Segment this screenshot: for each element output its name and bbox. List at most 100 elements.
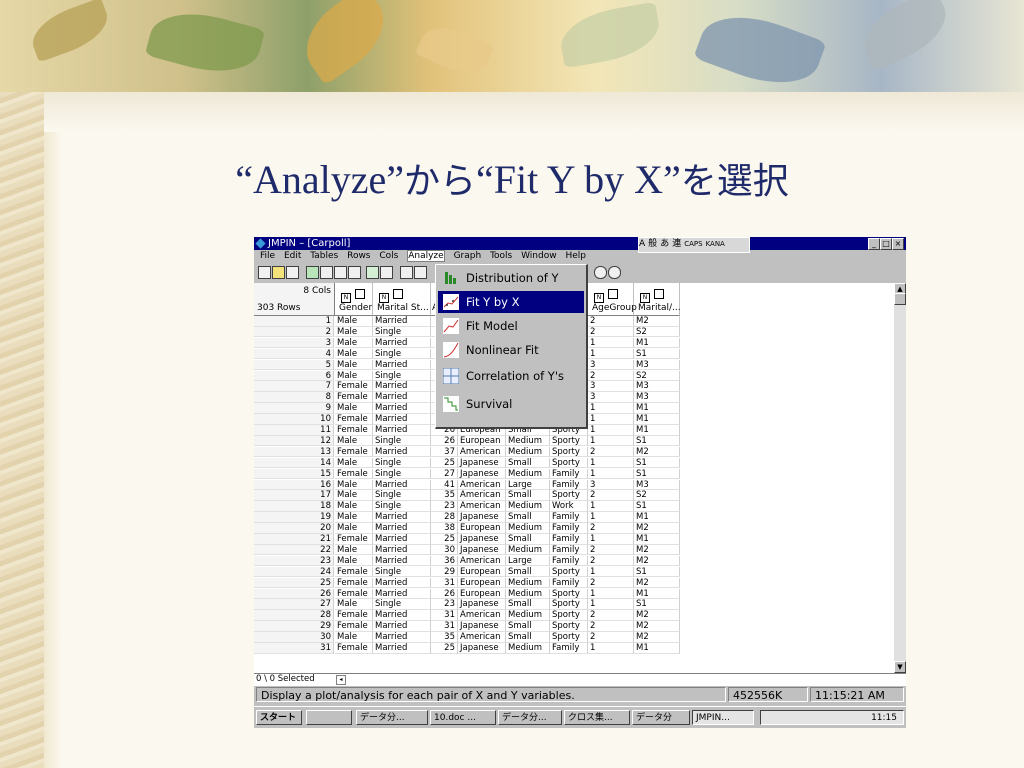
column-type-icon[interactable]: N xyxy=(379,289,407,303)
table-cell[interactable]: Married xyxy=(373,632,431,643)
table-row[interactable]: 21 Female Married 25 Japanese Small Family 1 M1 xyxy=(254,534,894,545)
table-row[interactable]: 20 Male Married 38 European Medium Family 2 M2 xyxy=(254,523,894,534)
table-cell[interactable]: Small xyxy=(506,512,550,523)
table-cell[interactable]: Medium xyxy=(506,610,550,621)
table-cell[interactable]: European xyxy=(458,523,506,534)
table-cell[interactable]: European xyxy=(458,588,506,599)
table-cell[interactable]: M1 xyxy=(634,643,680,654)
circle-icon[interactable] xyxy=(594,266,607,279)
table-cell[interactable]: Male xyxy=(335,632,373,643)
table-cell[interactable]: M1 xyxy=(634,588,680,599)
table-icon[interactable] xyxy=(366,266,379,279)
table-cell[interactable]: 38 xyxy=(431,523,458,534)
table-cell[interactable]: Married xyxy=(373,588,431,599)
row-number[interactable]: 6 xyxy=(254,370,334,381)
table-cell[interactable]: Japanese xyxy=(458,643,506,654)
table-cell[interactable]: Married xyxy=(373,534,431,545)
table-cell[interactable]: European xyxy=(458,435,506,447)
table-cell[interactable]: Married xyxy=(373,403,431,414)
table-cell[interactable]: Sporty xyxy=(550,621,588,632)
table-cell[interactable]: Male xyxy=(335,599,373,610)
table-cell[interactable]: Sporty xyxy=(550,446,588,458)
table-cell[interactable]: M3 xyxy=(634,479,680,490)
table-cell[interactable]: American xyxy=(458,479,506,490)
column-header[interactable]: N Marital St... xyxy=(373,283,431,316)
row-number[interactable]: 24 xyxy=(254,566,334,578)
table-cell[interactable]: 2 xyxy=(588,555,634,567)
table-cell[interactable]: Single xyxy=(373,326,431,338)
table-cell[interactable]: Small xyxy=(506,621,550,632)
table-cell[interactable]: M1 xyxy=(634,534,680,545)
table-cell[interactable]: 28 xyxy=(431,512,458,523)
table-cell[interactable]: Medium xyxy=(506,588,550,599)
table-cell[interactable]: Large xyxy=(506,479,550,490)
table-cell[interactable]: 1 xyxy=(588,337,634,349)
table-cell[interactable]: Single xyxy=(373,566,431,578)
table-cell[interactable]: Medium xyxy=(506,544,550,556)
table-cell[interactable]: Female xyxy=(335,381,373,392)
table-row[interactable]: 22 Male Married 30 Japanese Medium Family 2 M2 xyxy=(254,544,894,556)
row-number[interactable]: 22 xyxy=(254,544,334,556)
table-cell[interactable]: Medium xyxy=(506,446,550,458)
row-number[interactable]: 9 xyxy=(254,403,334,414)
table-cell[interactable]: Married xyxy=(373,544,431,556)
table-cell[interactable]: 1 xyxy=(588,348,634,360)
menu-cols[interactable]: Cols xyxy=(379,251,398,261)
taskbar-item[interactable]: データ分... xyxy=(356,710,428,725)
table-cell[interactable]: S2 xyxy=(634,490,680,501)
table-cell[interactable]: 1 xyxy=(588,435,634,447)
table-row[interactable]: 23 Male Married 36 American Large Family 2 M2 xyxy=(254,555,894,567)
table-cell[interactable]: Married xyxy=(373,523,431,534)
table-cell[interactable]: 31 xyxy=(431,610,458,621)
table-cell[interactable]: Married xyxy=(373,621,431,632)
menu-help[interactable]: Help xyxy=(565,251,586,261)
column-header[interactable]: N Marital/... xyxy=(634,283,681,316)
row-number[interactable]: 4 xyxy=(254,348,334,360)
table-row[interactable]: 31 Female Married 25 Japanese Medium Family 1 M1 xyxy=(254,643,894,654)
table-cell[interactable]: 35 xyxy=(431,632,458,643)
column-header[interactable]: N Gender xyxy=(335,283,373,316)
table-cell[interactable]: M2 xyxy=(634,523,680,534)
table-cell[interactable]: 25 xyxy=(431,534,458,545)
table-cell[interactable]: M1 xyxy=(634,425,680,436)
column-type-icon[interactable]: N xyxy=(594,289,622,303)
table-cell[interactable]: Single xyxy=(373,468,431,480)
table-cell[interactable]: Married xyxy=(373,512,431,523)
table-cell[interactable]: 2 xyxy=(588,523,634,534)
table-cell[interactable]: 1 xyxy=(588,599,634,610)
table-cell[interactable]: Male xyxy=(335,512,373,523)
table-cell[interactable]: 2 xyxy=(588,326,634,338)
table-cell[interactable]: 2 xyxy=(588,490,634,501)
table-cell[interactable]: M2 xyxy=(634,316,680,327)
table-cell[interactable]: Married xyxy=(373,577,431,589)
table-row[interactable]: 29 Female Married 31 Japanese Small Sporty 2 M2 xyxy=(254,621,894,632)
table-cell[interactable]: Japanese xyxy=(458,468,506,480)
table-cell[interactable]: Sporty xyxy=(550,566,588,578)
table-cell[interactable]: Female xyxy=(335,534,373,545)
table-cell[interactable]: Female xyxy=(335,425,373,436)
row-number[interactable]: 7 xyxy=(254,381,334,392)
table-cell[interactable]: Male xyxy=(335,370,373,381)
table-cell[interactable]: Married xyxy=(373,414,431,425)
table-row[interactable]: 15 Female Single 27 Japanese Medium Family 1 S1 xyxy=(254,468,894,480)
table-row[interactable]: 16 Male Married 41 American Large Family 3 M3 xyxy=(254,479,894,490)
table-row[interactable]: 19 Male Married 28 Japanese Small Family 1 M1 xyxy=(254,512,894,523)
open-icon[interactable] xyxy=(272,266,285,279)
menu-file[interactable]: File xyxy=(260,251,275,261)
table-cell[interactable]: Family xyxy=(550,643,588,654)
table-cell[interactable]: 3 xyxy=(588,381,634,392)
table-cell[interactable]: Medium xyxy=(506,577,550,589)
table-cell[interactable]: 1 xyxy=(588,501,634,512)
table-cell[interactable]: Family xyxy=(550,555,588,567)
table-cell[interactable]: 2 xyxy=(588,577,634,589)
quick-launch[interactable] xyxy=(306,710,352,725)
table-row[interactable]: 26 Female Married 26 European Medium Sporty 1 M1 xyxy=(254,588,894,599)
row-number[interactable]: 30 xyxy=(254,632,334,643)
table-cell[interactable]: Sporty xyxy=(550,632,588,643)
table-cell[interactable]: Sporty xyxy=(550,599,588,610)
row-number[interactable]: 19 xyxy=(254,512,334,523)
table-cell[interactable]: M3 xyxy=(634,381,680,392)
table-cell[interactable]: 41 xyxy=(431,479,458,490)
table-cell[interactable]: American xyxy=(458,555,506,567)
table-cell[interactable]: S1 xyxy=(634,501,680,512)
